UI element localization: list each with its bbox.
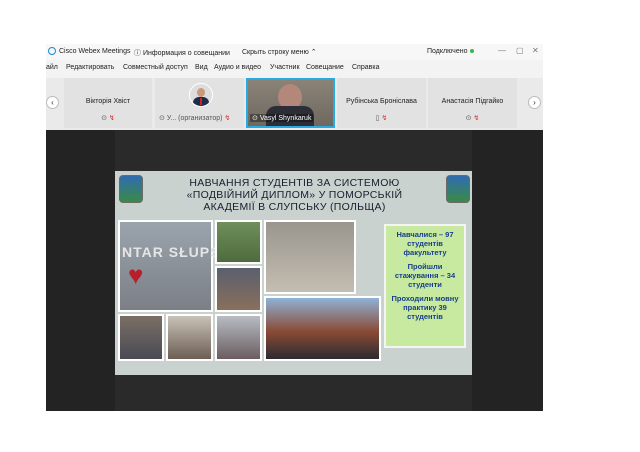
participant-name: Вікторія Хвіст bbox=[85, 98, 131, 105]
webex-logo-icon bbox=[48, 47, 56, 55]
faculty-emblem-icon bbox=[446, 175, 470, 203]
left-margin bbox=[46, 130, 115, 411]
muted-mic-icon: ↯ bbox=[381, 115, 388, 122]
headset-icon: ⊙ bbox=[159, 115, 165, 122]
connection-status: Подключено bbox=[427, 48, 475, 55]
participant-status-icons: ▯ ↯ bbox=[337, 114, 426, 122]
photo-students-street bbox=[215, 266, 262, 312]
muted-mic-icon: ↯ bbox=[473, 115, 480, 122]
stat-internship: Пройшли стажування – 34 студенти bbox=[394, 262, 456, 289]
menu-participant[interactable]: Участник bbox=[270, 64, 300, 71]
menu-bar: айл Редактировать Совместный доступ Вид … bbox=[46, 61, 543, 75]
university-emblem-icon bbox=[119, 175, 143, 203]
chevron-up-icon: ⌃ bbox=[308, 49, 317, 56]
menu-edit[interactable]: Редактировать bbox=[66, 64, 114, 71]
participant-name: Анастасія Підгайко bbox=[441, 98, 504, 105]
menu-meeting[interactable]: Совещание bbox=[306, 64, 344, 71]
title-bar: Cisco Webex Meetings ⓘ Информация о сове… bbox=[46, 44, 543, 60]
participant-label: ⊙ У... (организатор) ↯ bbox=[159, 115, 231, 122]
menu-help[interactable]: Справка bbox=[352, 64, 379, 71]
photo-students-stairs bbox=[264, 220, 356, 294]
meeting-info-button[interactable]: ⓘ Информация о совещании bbox=[134, 48, 230, 58]
scroll-left-button[interactable]: ‹ bbox=[46, 96, 59, 109]
info-icon: ⓘ bbox=[134, 50, 143, 57]
maximize-icon[interactable]: ▢ bbox=[516, 46, 524, 55]
participant-strip: ‹ Вікторія Хвіст ⊙ ↯ ⊙ У... (организатор… bbox=[46, 78, 543, 130]
menu-share[interactable]: Совместный доступ bbox=[123, 64, 188, 71]
phone-icon: ▯ bbox=[375, 115, 380, 122]
participant-name: Рубінська Броніслава bbox=[346, 98, 417, 105]
headset-icon: ⊙ bbox=[101, 115, 108, 122]
menu-audio-video[interactable]: Аудио и видео bbox=[214, 64, 261, 71]
menu-view[interactable]: Вид bbox=[195, 64, 208, 71]
headset-icon: ⊙ bbox=[252, 115, 258, 122]
webex-window: Cisco Webex Meetings ⓘ Информация о сове… bbox=[46, 44, 543, 411]
muted-mic-icon: ↯ bbox=[224, 115, 231, 122]
close-icon[interactable]: ✕ bbox=[532, 46, 539, 55]
photo-students-group bbox=[215, 220, 262, 264]
participant-status-icons: ⊙ ↯ bbox=[428, 114, 517, 122]
participant-label: ⊙ Vasyl Shynkaruk bbox=[250, 114, 314, 122]
avatar bbox=[189, 83, 213, 107]
photo-winter-street bbox=[166, 314, 213, 361]
right-margin bbox=[472, 130, 543, 411]
stat-studied: Навчалися – 97 студентів факультету bbox=[396, 230, 454, 257]
photo-old-building bbox=[215, 314, 262, 361]
photo-academy-building bbox=[264, 296, 381, 361]
presentation-slide: НАВЧАННЯ СТУДЕНТІВ ЗА СИСТЕМОЮ «ПОДВІЙНИ… bbox=[115, 171, 472, 375]
statistics-box: Навчалися – 97 студентів факультету Прой… bbox=[384, 224, 466, 348]
headset-icon: ⊙ bbox=[465, 115, 472, 122]
participant-status-icons: ⊙ ↯ bbox=[64, 114, 152, 122]
participant-tile-2[interactable]: ⊙ У... (организатор) ↯ bbox=[155, 78, 244, 128]
participant-tile-3-active-video[interactable]: ⊙ Vasyl Shynkaruk bbox=[246, 78, 335, 128]
menu-file[interactable]: айл bbox=[46, 64, 58, 71]
scroll-right-button[interactable]: › bbox=[528, 96, 541, 109]
shared-content-area: НАВЧАННЯ СТУДЕНТІВ ЗА СИСТЕМОЮ «ПОДВІЙНИ… bbox=[46, 130, 543, 411]
minimize-icon[interactable]: — bbox=[498, 46, 506, 55]
slide-title: НАВЧАННЯ СТУДЕНТІВ ЗА СИСТЕМОЮ «ПОДВІЙНИ… bbox=[186, 177, 403, 213]
stat-language-practice: Проходили мовну практику 39 студентів bbox=[391, 294, 459, 321]
connected-dot-icon bbox=[470, 49, 475, 54]
heart-shape-icon: ♥ bbox=[128, 260, 144, 290]
photo-student-portrait bbox=[118, 314, 164, 361]
hide-menu-button[interactable]: Скрыть строку меню ⌃ bbox=[242, 48, 317, 56]
muted-mic-icon: ↯ bbox=[108, 115, 115, 122]
photo-slupsk-sign: NTAR SŁUPS ♥ bbox=[118, 220, 219, 312]
chevron-right-icon: › bbox=[533, 98, 536, 107]
participant-tile-4[interactable]: Рубінська Броніслава ▯ ↯ bbox=[337, 78, 426, 128]
participant-tile-1[interactable]: Вікторія Хвіст ⊙ ↯ bbox=[64, 78, 152, 128]
participant-tile-5[interactable]: Анастасія Підгайко ⊙ ↯ bbox=[428, 78, 517, 128]
app-title: Cisco Webex Meetings bbox=[59, 48, 131, 55]
chevron-left-icon: ‹ bbox=[51, 98, 54, 107]
